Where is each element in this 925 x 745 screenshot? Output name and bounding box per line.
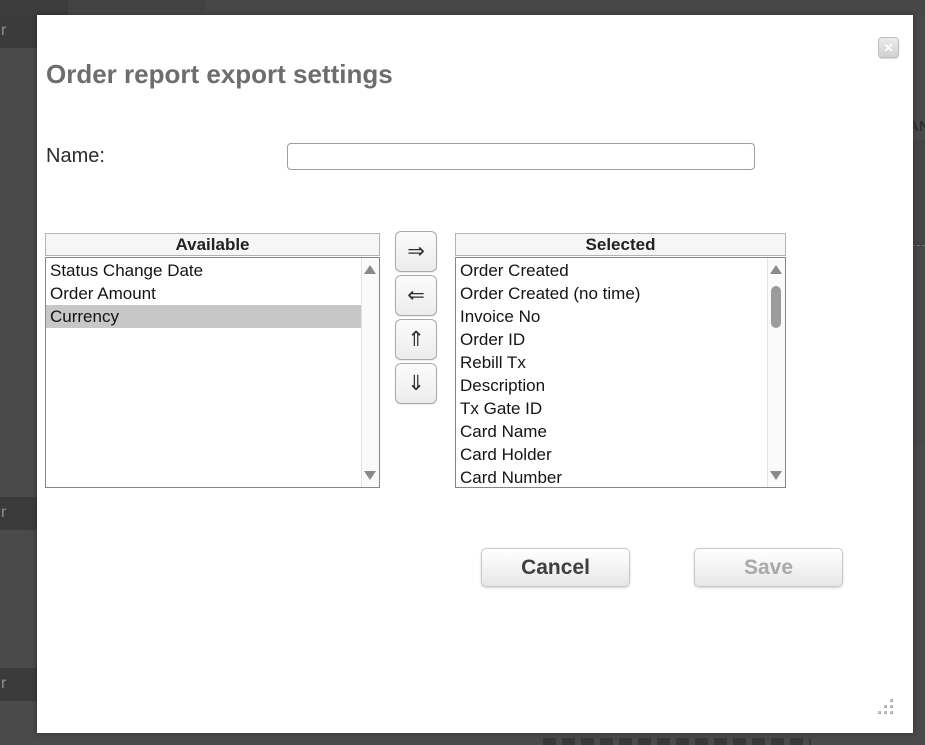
move-left-button[interactable]: ⇐: [395, 275, 437, 316]
scroll-down-icon[interactable]: [364, 471, 376, 480]
list-item[interactable]: Card Name: [456, 420, 768, 443]
available-listbox[interactable]: Status Change DateOrder AmountCurrency: [45, 257, 380, 488]
background-text-fragment: r: [0, 497, 38, 530]
background-text-fragment: r: [0, 668, 38, 701]
background-top-segment: [0, 0, 68, 15]
background-top-bar: [0, 0, 925, 15]
move-right-button[interactable]: ⇒: [395, 231, 437, 272]
dialog-title: Order report export settings: [46, 59, 393, 90]
background-text-fragment: r: [0, 15, 38, 48]
list-item[interactable]: Order ID: [456, 328, 768, 351]
background-top-segment: [68, 0, 205, 10]
screen: rrr ANAN ✕ Order report export settings …: [0, 0, 925, 745]
selected-list-header: Selected: [455, 233, 786, 256]
cancel-button[interactable]: Cancel: [481, 548, 630, 587]
list-item[interactable]: Description: [456, 374, 768, 397]
list-item[interactable]: Card Holder: [456, 443, 768, 466]
list-item[interactable]: Card Number: [456, 466, 768, 488]
list-item[interactable]: Currency: [46, 305, 362, 328]
scroll-down-icon[interactable]: [770, 471, 782, 480]
scroll-up-icon[interactable]: [770, 265, 782, 274]
background-band: [913, 246, 925, 446]
background-band: [913, 140, 925, 245]
save-button[interactable]: Save: [694, 548, 843, 587]
list-item[interactable]: Rebill Tx: [456, 351, 768, 374]
move-down-button[interactable]: ⇓: [395, 363, 437, 404]
list-item[interactable]: Order Created: [456, 259, 768, 282]
available-list-header: Available: [45, 233, 380, 256]
scrollbar-thumb[interactable]: [771, 286, 781, 328]
background-dashed-line: [912, 245, 925, 246]
close-icon[interactable]: ✕: [878, 37, 899, 58]
selected-listbox[interactable]: Order CreatedOrder Created (no time)Invo…: [455, 257, 786, 488]
resize-grip-icon[interactable]: [877, 697, 896, 716]
scroll-up-icon[interactable]: [364, 265, 376, 274]
available-scrollbar[interactable]: [361, 258, 379, 487]
name-label: Name:: [46, 145, 105, 168]
move-up-button[interactable]: ⇑: [395, 319, 437, 360]
list-item[interactable]: Status Change Date: [46, 259, 362, 282]
export-settings-dialog: ✕ Order report export settings Name: Ava…: [37, 15, 913, 733]
list-item[interactable]: Order Amount: [46, 282, 362, 305]
selected-scrollbar[interactable]: [767, 258, 785, 487]
transfer-buttons: ⇒⇐⇑⇓: [395, 231, 437, 407]
name-input[interactable]: [287, 143, 755, 170]
list-item[interactable]: Invoice No: [456, 305, 768, 328]
list-item[interactable]: Order Created (no time): [456, 282, 768, 305]
background-text-fragment: [543, 738, 811, 745]
list-item[interactable]: Tx Gate ID: [456, 397, 768, 420]
